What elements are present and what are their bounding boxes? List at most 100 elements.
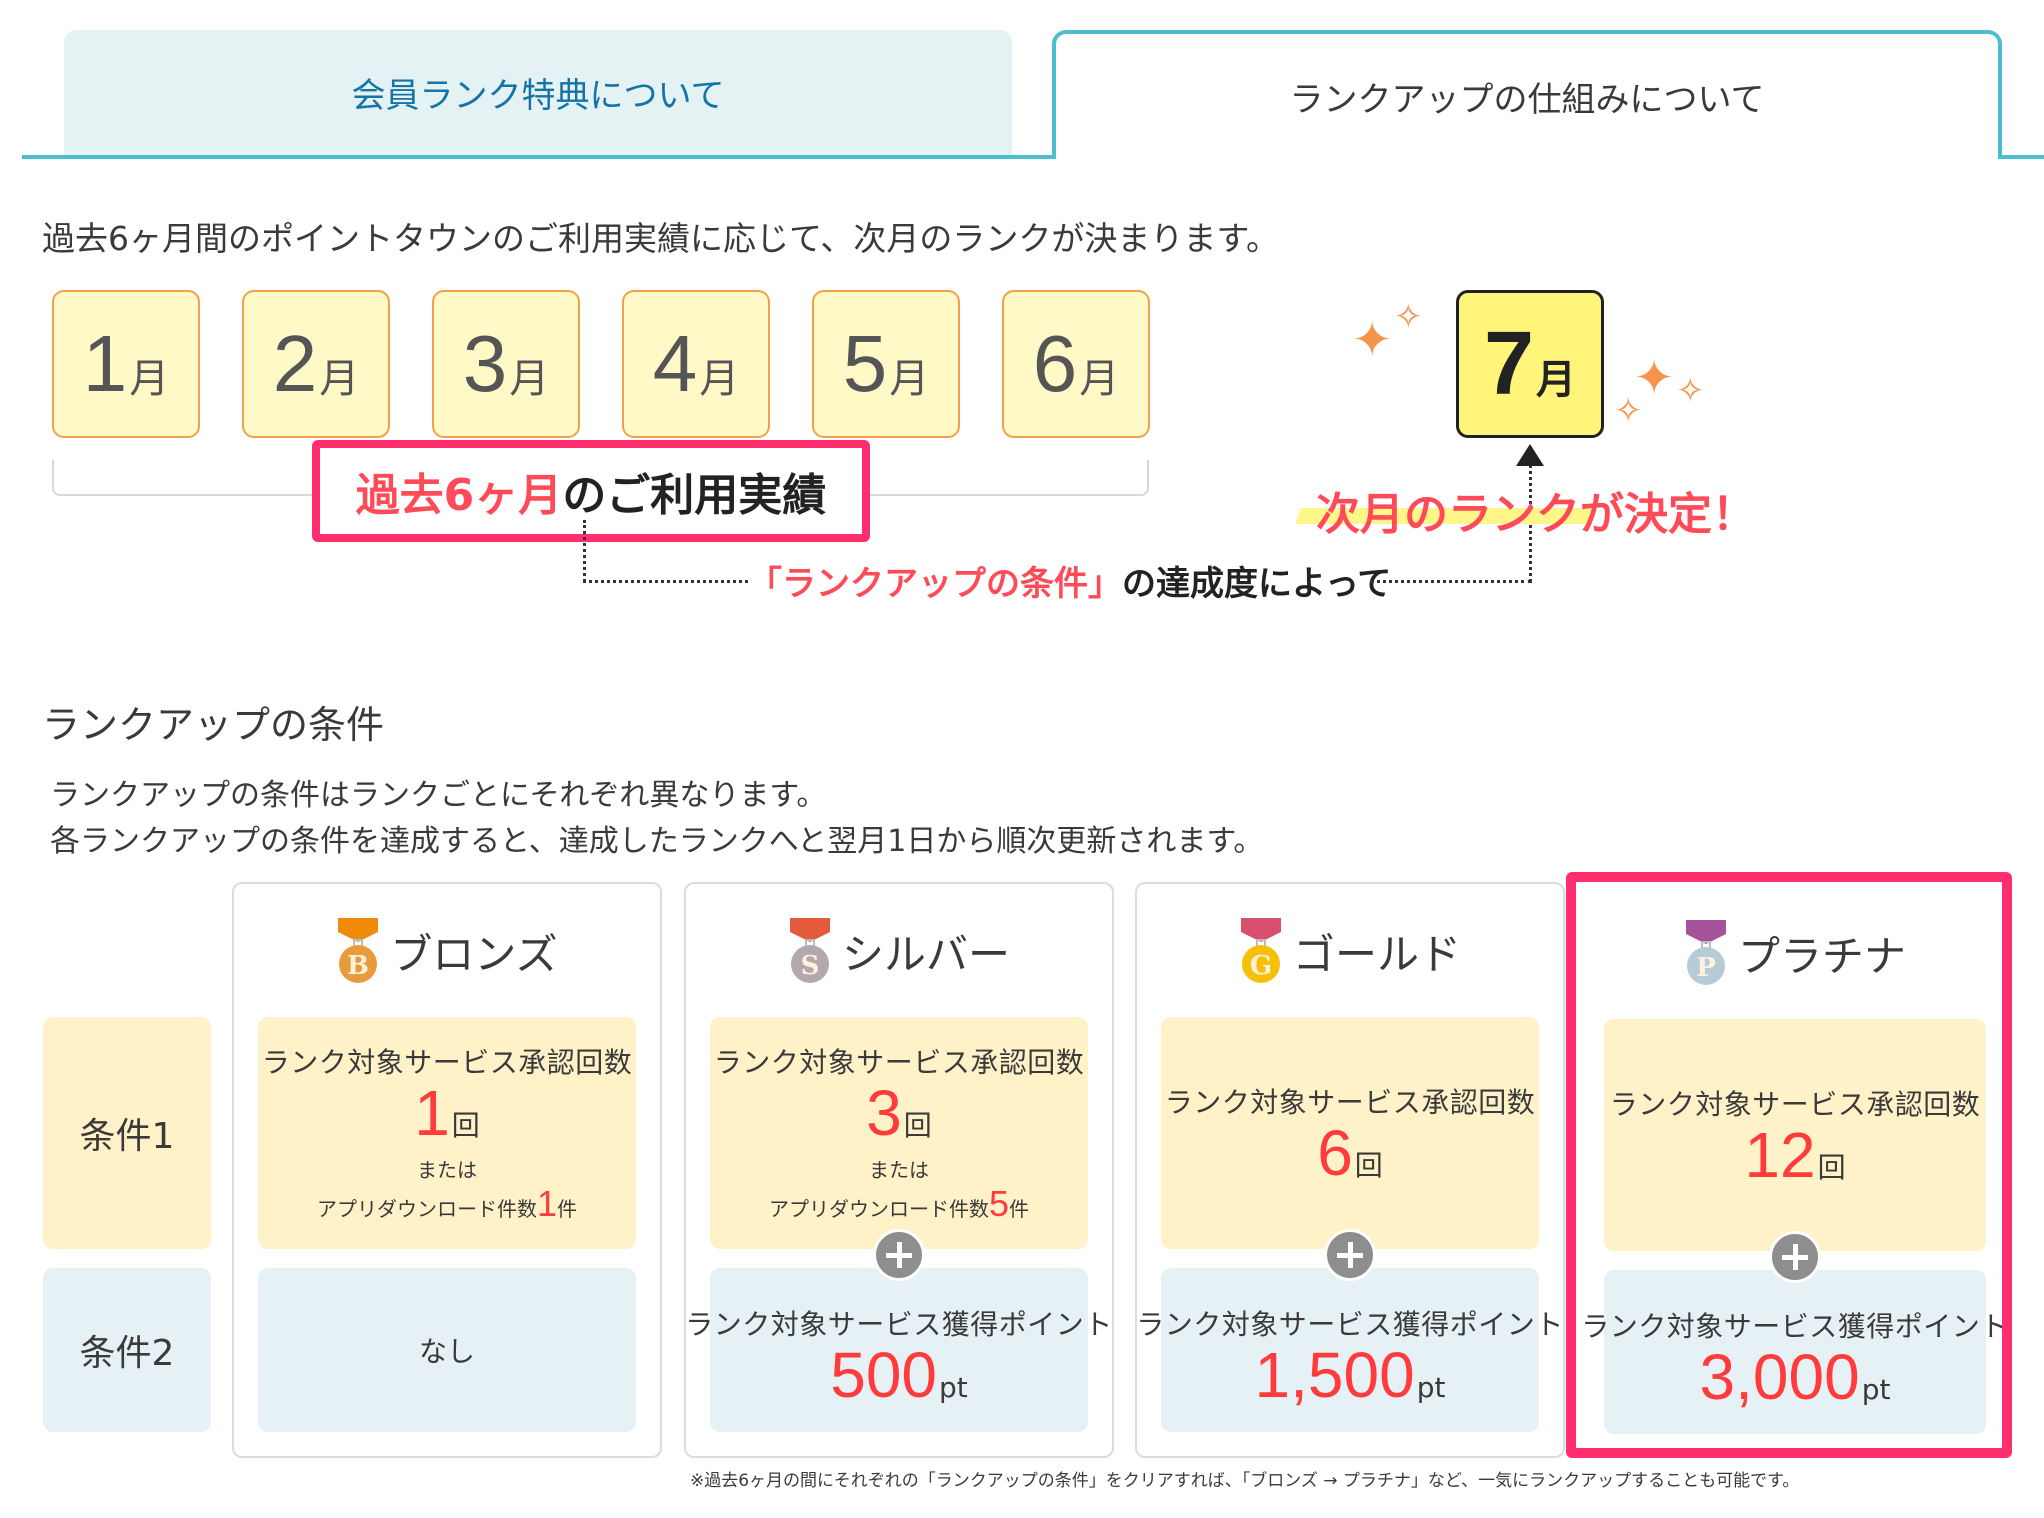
points-unit: pt bbox=[1861, 1373, 1891, 1406]
month-unit: 月 bbox=[889, 356, 930, 402]
dotted-connector bbox=[583, 520, 586, 582]
month-number: 5 bbox=[842, 319, 888, 408]
condition-1-box: ランク対象サービス承認回数 3 回またはアプリダウンロード件数 5 件 bbox=[710, 1017, 1088, 1249]
next-rank-decided-label: 次月のランクが決定！ bbox=[1316, 489, 1756, 540]
rank-card: P プラチナランク対象サービス承認回数 12 回ランク対象サービス獲得ポイント 3,00… bbox=[1580, 886, 2010, 1446]
plus-icon bbox=[873, 1229, 925, 1281]
approval-count: 6 bbox=[1317, 1117, 1353, 1189]
approval-count: 12 bbox=[1744, 1119, 1816, 1191]
sparkle-icon: ✧ bbox=[1394, 297, 1423, 337]
medal-icon: S bbox=[789, 918, 830, 983]
approval-unit: 回 bbox=[1817, 1151, 1846, 1184]
connector-rest: の達成度によって bbox=[1122, 564, 1392, 604]
points-label: ランク対象サービス獲得ポイント bbox=[685, 1308, 1113, 1341]
next-month-unit: 月 bbox=[1536, 357, 1577, 403]
tab-underline bbox=[22, 155, 1052, 159]
month-box: 6月 bbox=[1002, 290, 1150, 438]
tab-label: 会員ランク特典について bbox=[351, 76, 725, 116]
month-box: 1月 bbox=[52, 290, 200, 438]
sparkle-icon: ✧ bbox=[1676, 371, 1705, 411]
footnote: ※過去6ヶ月の間にそれぞれの「ランクアップの条件」をクリアすれば、「ブロンズ →… bbox=[690, 1471, 1800, 1491]
dotted-connector bbox=[1370, 580, 1532, 583]
rank-card: G ゴールドランク対象サービス承認回数 6 回ランク対象サービス獲得ポイント 1,500… bbox=[1135, 882, 1565, 1458]
tab-rankup-mechanism[interactable]: ランクアップの仕組みについて bbox=[1052, 30, 2002, 159]
past-six-months-label: 過去6ヶ月 のご利用実績 bbox=[312, 440, 870, 542]
approval-unit: 回 bbox=[903, 1109, 932, 1142]
month-box: 3月 bbox=[432, 290, 580, 438]
condition-2-box: ランク対象サービス獲得ポイント 3,000 pt bbox=[1581, 1270, 2008, 1434]
app-download-count: 5 bbox=[988, 1183, 1010, 1224]
dotted-connector bbox=[583, 580, 748, 583]
rank-name: ブロンズ bbox=[390, 929, 558, 979]
connector-text: 「ランクアップの条件」の達成度によって bbox=[748, 556, 1391, 605]
points-unit: pt bbox=[1416, 1371, 1446, 1404]
month-number: 4 bbox=[652, 319, 698, 408]
intro-text: 過去6ヶ月間のポイントタウンのご利用実績に応じて、次月のランクが決まります。 bbox=[42, 219, 1280, 258]
approval-unit: 回 bbox=[451, 1109, 480, 1142]
condition-1-box: ランク対象サービス承認回数 1 回または アプリダウンロード件数 1 件 bbox=[258, 1017, 636, 1249]
plus-icon bbox=[1324, 1229, 1376, 1281]
condition-1-box: ランク対象サービス承認回数 6 回 bbox=[1161, 1017, 1539, 1249]
month-unit: 月 bbox=[699, 356, 740, 402]
sparkle-icon: ✧ bbox=[1614, 391, 1643, 431]
svg-text:S: S bbox=[801, 951, 820, 981]
points-label: ランク対象サービス獲得ポイント bbox=[1136, 1308, 1564, 1341]
points-value: 1,500 bbox=[1254, 1339, 1415, 1411]
month-number: 6 bbox=[1032, 319, 1078, 408]
rank-name: プラチナ bbox=[1737, 931, 1906, 981]
conditions-desc-line: ランクアップの条件はランクごとにそれぞれ異なります。 bbox=[50, 778, 827, 813]
rank-card-header: S シルバー bbox=[686, 916, 1112, 986]
svg-text:P: P bbox=[1696, 953, 1716, 983]
rank-name: シルバー bbox=[841, 929, 1010, 979]
month-box: 4月 bbox=[622, 290, 770, 438]
medal-icon: B bbox=[338, 918, 379, 983]
tab-label: ランクアップの仕組みについて bbox=[1289, 80, 1765, 120]
app-download-label: アプリダウンロード件数 bbox=[316, 1197, 537, 1221]
points-unit: pt bbox=[939, 1371, 968, 1404]
svg-text:G: G bbox=[1250, 951, 1272, 981]
tab-member-rank-benefits[interactable]: 会員ランク特典について bbox=[64, 30, 1012, 155]
month-box: 2月 bbox=[242, 290, 390, 438]
conditions-title: ランクアップの条件 bbox=[42, 703, 385, 747]
rank-name: ゴールド bbox=[1292, 929, 1461, 979]
month-unit: 月 bbox=[319, 356, 360, 402]
points-label: ランク対象サービス獲得ポイント bbox=[1581, 1310, 2009, 1343]
approval-count: 1 bbox=[414, 1077, 450, 1149]
month-number: 2 bbox=[272, 319, 318, 408]
rank-card: B ブロンズ ランク対象サービス承認回数 1 回または アプリダウンロード件数 1 件なし bbox=[232, 882, 662, 1458]
rank-card-header: G ゴールド bbox=[1137, 916, 1563, 986]
or-label: または bbox=[869, 1158, 929, 1182]
condition-2-box: なし bbox=[258, 1268, 636, 1432]
svg-text:B: B bbox=[347, 951, 369, 981]
or-label: または bbox=[417, 1158, 477, 1182]
month-unit: 月 bbox=[129, 356, 170, 402]
conditions-desc-line: 各ランクアップの条件を達成すると、達成したランクへと翌月1日から順次更新されます… bbox=[50, 824, 1264, 859]
month-unit: 月 bbox=[509, 356, 550, 402]
condition-2-box: ランク対象サービス獲得ポイント 500 pt bbox=[685, 1268, 1112, 1432]
next-month-box: 7月 bbox=[1456, 290, 1604, 438]
sparkle-icon: ✦ bbox=[1352, 312, 1393, 368]
approval-label: ランク対象サービス承認回数 bbox=[1609, 1088, 1981, 1121]
month-unit: 月 bbox=[1079, 356, 1120, 402]
rank-card: S シルバー ランク対象サービス承認回数 3 回または アプリダウンロード件数 5 件ランク対… bbox=[684, 882, 1114, 1458]
app-download-unit: 件 bbox=[1009, 1197, 1030, 1221]
approval-label: ランク対象サービス承認回数 bbox=[713, 1046, 1085, 1079]
approval-count: 3 bbox=[866, 1077, 902, 1149]
approval-label: ランク対象サービス承認回数 bbox=[261, 1046, 633, 1079]
app-download-unit: 件 bbox=[557, 1197, 578, 1221]
none-label: なし bbox=[418, 1335, 475, 1368]
next-month-number: 7 bbox=[1483, 313, 1535, 414]
month-box: 5月 bbox=[812, 290, 960, 438]
points-value: 3,000 bbox=[1699, 1341, 1860, 1413]
rank-card-header: P プラチナ bbox=[1580, 918, 2010, 988]
connector-highlight: 「ランクアップの条件」 bbox=[748, 564, 1122, 604]
arrow-up-icon bbox=[1516, 444, 1544, 466]
condition-2-label: 条件2 bbox=[43, 1268, 211, 1432]
condition-2-box: ランク対象サービス獲得ポイント 1,500 pt bbox=[1136, 1268, 1563, 1432]
rank-card-header: B ブロンズ bbox=[234, 916, 660, 986]
row-label-text: 条件2 bbox=[79, 1333, 175, 1374]
approval-label: ランク対象サービス承認回数 bbox=[1164, 1086, 1536, 1119]
approval-unit: 回 bbox=[1354, 1149, 1383, 1182]
app-download-label: アプリダウンロード件数 bbox=[768, 1197, 989, 1221]
month-number: 1 bbox=[82, 319, 128, 408]
